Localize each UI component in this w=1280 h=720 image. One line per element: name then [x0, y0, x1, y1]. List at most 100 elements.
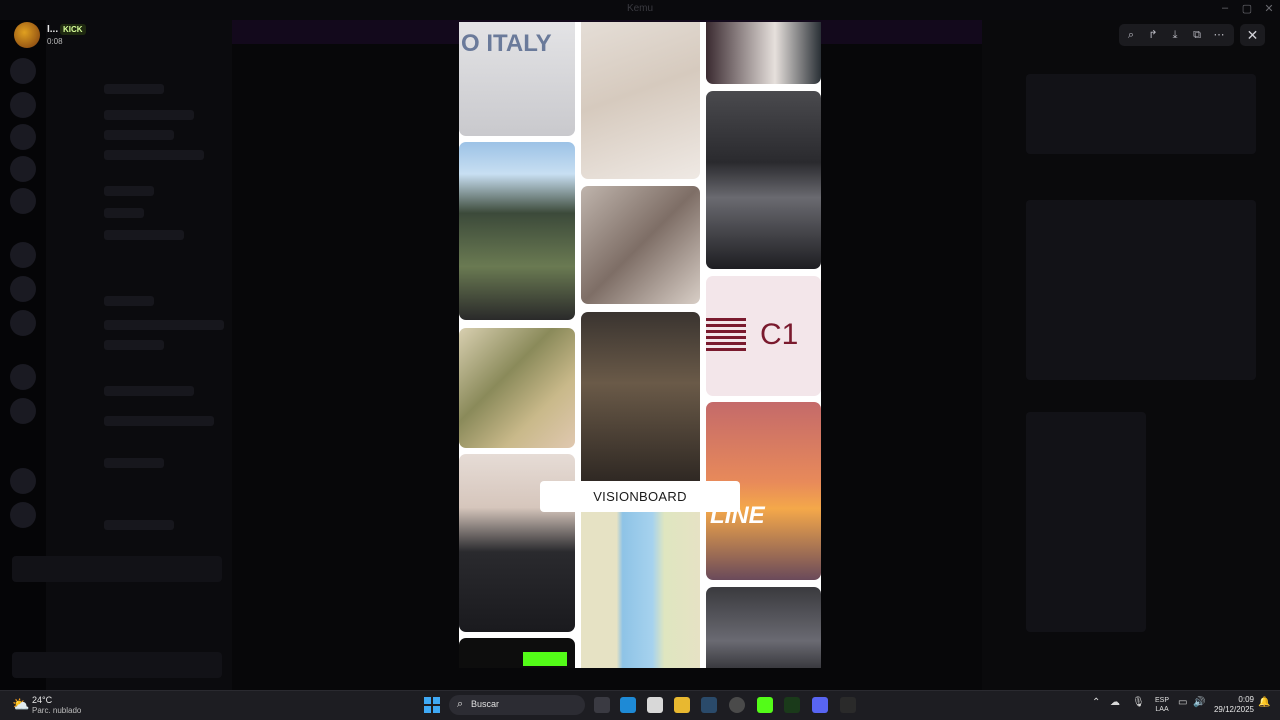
notification-bell-icon[interactable]: 🔔 — [1258, 697, 1270, 708]
edge-icon[interactable] — [620, 697, 636, 713]
steam-icon[interactable] — [701, 697, 717, 713]
friends-dinner-photo — [581, 312, 700, 490]
windows-logo-icon — [433, 697, 440, 704]
taskbar — [0, 690, 1280, 720]
server-icon[interactable] — [10, 156, 36, 182]
streamer-name: I... — [47, 24, 59, 35]
window-titlebar: Kemu – ▢ ✕ — [0, 0, 1280, 20]
start-button[interactable] — [424, 697, 440, 713]
windows-logo-icon — [424, 706, 431, 713]
channel-item[interactable] — [104, 386, 194, 396]
c1-text: C1 — [760, 318, 799, 351]
chrome-icon[interactable] — [729, 697, 745, 713]
window-title: Kemu — [626, 3, 654, 14]
phone-photo — [459, 638, 575, 668]
share-icon[interactable]: ↱ — [1144, 27, 1162, 43]
server-icon[interactable] — [10, 398, 36, 424]
image-viewer-toolbar: ⌕ ↱ ⤓ ⧉ ⋯ — [1119, 24, 1234, 46]
server-list — [0, 20, 46, 690]
server-icon[interactable] — [10, 92, 36, 118]
kick-logo-fragment — [523, 652, 567, 666]
weather-condition[interactable]: Parc. nublado — [32, 706, 81, 715]
open-external-icon[interactable]: ⧉ — [1188, 27, 1206, 43]
channel-item[interactable] — [104, 186, 154, 196]
language-code: ESP — [1155, 697, 1170, 704]
server-icon[interactable] — [10, 242, 36, 268]
server-icon[interactable] — [10, 468, 36, 494]
weather-temperature[interactable]: 24°C — [32, 695, 52, 705]
server-icon[interactable] — [10, 188, 36, 214]
channel-item[interactable] — [104, 208, 144, 218]
mountain-hike-photo — [459, 142, 575, 320]
weather-icon[interactable]: ⛅ — [12, 696, 29, 713]
maximize-icon[interactable]: ▢ — [1238, 2, 1256, 15]
activity-card — [1026, 412, 1146, 632]
tray-overflow-icon[interactable]: ⌃ — [1092, 697, 1100, 708]
user-panel — [12, 652, 222, 678]
volume-icon[interactable]: 🔊 — [1193, 697, 1205, 708]
network-icon[interactable]: ▭ — [1178, 697, 1187, 708]
taskbar-search[interactable]: ⌕ Buscar — [449, 695, 585, 715]
clock[interactable]: 0:09 29/12/2025 — [1208, 695, 1254, 715]
channel-item[interactable] — [104, 520, 174, 530]
activity-card — [1026, 200, 1256, 380]
server-icon[interactable] — [10, 364, 36, 390]
server-icon[interactable] — [10, 124, 36, 150]
keyboard-layout: LAA — [1155, 706, 1169, 713]
channel-item[interactable] — [104, 110, 194, 120]
c1-logo: C1 — [706, 276, 821, 396]
server-icon[interactable] — [10, 502, 36, 528]
channel-item[interactable] — [104, 320, 224, 330]
file-explorer-icon[interactable] — [674, 697, 690, 713]
more-icon[interactable]: ⋯ — [1210, 27, 1228, 43]
clock-date: 29/12/2025 — [1213, 705, 1254, 714]
channel-item[interactable] — [104, 130, 174, 140]
activity-card — [1026, 74, 1256, 154]
c1-stripes — [706, 318, 746, 354]
windows-logo-icon — [433, 706, 440, 713]
channel-item[interactable] — [104, 230, 184, 240]
onedrive-icon[interactable]: ☁ — [1110, 697, 1120, 708]
channel-item[interactable] — [104, 150, 204, 160]
money-stack-photo — [459, 328, 575, 448]
south-america-map — [581, 498, 700, 668]
minimize-icon[interactable]: – — [1216, 2, 1234, 14]
channel-item[interactable] — [104, 340, 164, 350]
language-indicator[interactable]: ESP LAA — [1155, 696, 1169, 714]
kick-badge: KICK — [60, 24, 86, 35]
search-placeholder: Buscar — [471, 699, 500, 709]
friends-selfie-photo — [706, 22, 821, 84]
server-icon[interactable] — [10, 276, 36, 302]
channel-item[interactable] — [104, 458, 164, 468]
server-icon[interactable] — [10, 310, 36, 336]
clock-time: 0:09 — [1238, 695, 1254, 704]
store-icon[interactable] — [647, 697, 663, 713]
stream-elapsed-time: 0:08 — [47, 37, 63, 46]
microphone-icon[interactable]: 🎙 — [1132, 697, 1145, 708]
task-view-icon[interactable] — [594, 697, 610, 713]
window-close-icon[interactable]: ✕ — [1260, 2, 1278, 15]
visionboard-label: VISIONBOARD — [540, 481, 740, 512]
voice-status-panel — [12, 556, 222, 582]
app-icon[interactable] — [784, 697, 800, 713]
streamer-avatar[interactable] — [14, 22, 40, 48]
kick-app-icon[interactable] — [757, 697, 773, 713]
discord-icon[interactable] — [812, 697, 828, 713]
zoom-in-icon[interactable]: ⌕ — [1122, 27, 1140, 43]
couple-photo — [581, 186, 700, 304]
desk-setup-photo — [706, 587, 821, 668]
bedroom-photo — [581, 22, 700, 179]
italy-text: O ITALY — [461, 30, 552, 57]
close-viewer-button[interactable]: ✕ — [1240, 24, 1265, 46]
screen: Kemu – ▢ ✕ I... KICK 0:08 ⌕ ↱ ⤓ ⧉ ⋯ ✕ O … — [0, 0, 1280, 720]
epic-games-icon[interactable] — [840, 697, 856, 713]
channel-panel — [46, 20, 232, 690]
search-icon: ⌕ — [457, 698, 464, 710]
activity-panel — [982, 20, 1280, 690]
channel-item[interactable] — [104, 296, 154, 306]
server-icon[interactable] — [10, 58, 36, 84]
channel-item[interactable] — [104, 416, 214, 426]
channel-item[interactable] — [104, 84, 164, 94]
download-icon[interactable]: ⤓ — [1166, 27, 1184, 43]
gaming-setup-photo — [706, 91, 821, 269]
